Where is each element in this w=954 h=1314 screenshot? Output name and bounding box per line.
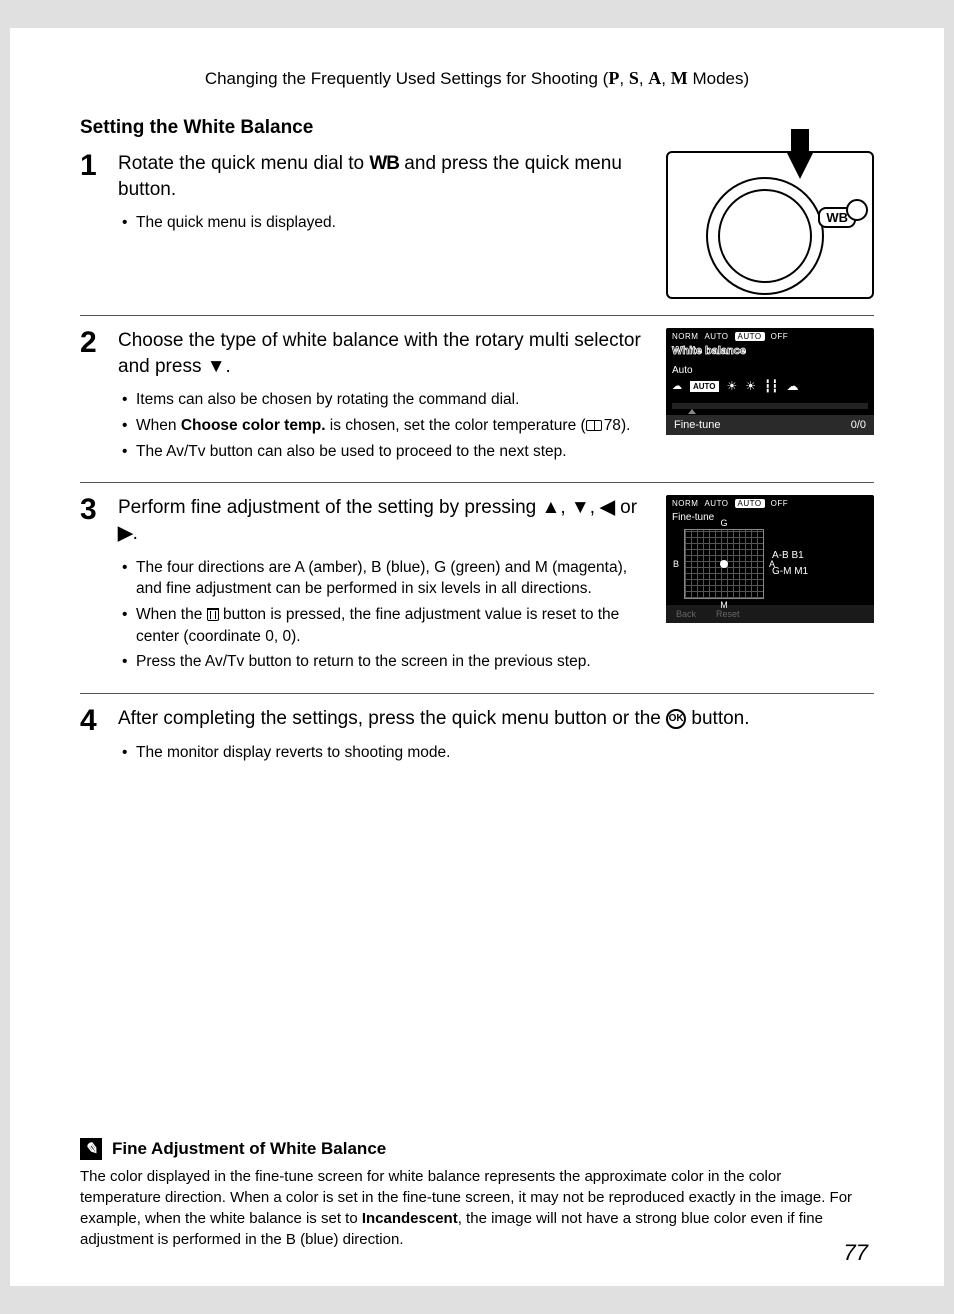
cloud-icon: ☁ [787, 379, 799, 393]
arrow-down-icon [786, 151, 814, 179]
mode-p: P [608, 68, 619, 88]
fluorescent-icon: ┇┇ [764, 379, 778, 393]
note-box: ✎ Fine Adjustment of White Balance The c… [80, 1138, 864, 1250]
lcd-ft-footer: Back Reset [666, 605, 874, 623]
axis-a: A [769, 559, 775, 569]
step-2-bullets: Items can also be chosen by rotating the… [118, 389, 648, 462]
step-4-instruction: After completing the settings, press the… [118, 706, 874, 732]
triangle-down-icon: ▼ [207, 356, 226, 377]
step-3: 3 Perform fine adjustment of the setting… [80, 495, 874, 694]
triangle-down-icon: ▼ [571, 497, 590, 518]
lcd-top-row: NORM AUTO AUTO OFF [672, 499, 868, 508]
mode-a: A [648, 68, 661, 88]
step-number: 1 [80, 151, 102, 181]
axis-b: B [673, 559, 679, 569]
lcd-title: White balance [672, 345, 868, 357]
section-heading: Setting the White Balance [80, 117, 874, 139]
step-number: 3 [80, 495, 102, 525]
lcd-top-row: NORM AUTO AUTO OFF [672, 332, 868, 341]
bullet: The four directions are A (amber), B (bl… [122, 557, 648, 600]
dial-icon [706, 177, 824, 295]
bullet: The monitor display reverts to shooting … [122, 742, 874, 764]
manual-page: Changing the Frequently Used Settings fo… [10, 28, 944, 1286]
bullet: The Av/Tv button can also be used to pro… [122, 441, 648, 463]
bullet: When the button is pressed, the fine adj… [122, 604, 648, 647]
step-2-instruction: Choose the type of white balance with th… [118, 328, 648, 379]
bullet: The quick menu is displayed. [122, 212, 648, 234]
lcd-white-balance: NORM AUTO AUTO OFF White balance Auto ☁ … [666, 328, 874, 435]
wb-glyph: WB [369, 153, 399, 174]
axis-m: M [720, 600, 728, 610]
step-number: 4 [80, 706, 102, 736]
bullet: When Choose color temp. is chosen, set t… [122, 415, 648, 437]
sun-icon: ☀ [745, 379, 756, 393]
lcd-slider [672, 403, 868, 409]
step-1-instruction: Rotate the quick menu dial to WB and pre… [118, 151, 648, 202]
fine-tune-values: A-B B1 G-M M1 [772, 548, 808, 580]
lcd-icon-row: ☁ AUTO ☀ ☀ ┇┇ ☁ [672, 379, 868, 393]
note-body: The color displayed in the fine-tune scr… [80, 1166, 864, 1250]
ok-icon: OK [666, 709, 686, 729]
page-number: 77 [844, 1240, 868, 1266]
page-header: Changing the Frequently Used Settings fo… [80, 68, 874, 89]
trash-icon [207, 608, 219, 621]
bullet: Press the Av/Tv button to return to the … [122, 651, 648, 673]
sun-icon: ☀ [727, 379, 738, 393]
step-number: 2 [80, 328, 102, 358]
step-1: 1 Rotate the quick menu dial to WB and p… [80, 151, 874, 316]
triangle-up-icon: ▲ [542, 497, 561, 518]
step-4: 4 After completing the settings, press t… [80, 706, 874, 783]
bullet: Items can also be chosen by rotating the… [122, 389, 648, 411]
lcd-ft-title: Fine-tune [672, 512, 868, 523]
lcd-auto-label: Auto [672, 365, 868, 376]
mode-s: S [629, 68, 639, 88]
auto-selected: AUTO [690, 381, 719, 392]
mode-m: M [671, 68, 688, 88]
step-2: 2 Choose the type of white balance with … [80, 328, 874, 483]
fine-tune-grid: G M B A [684, 529, 764, 599]
header-suffix: Modes) [688, 69, 749, 88]
triangle-left-icon: ◀ [600, 497, 615, 518]
header-prefix: Changing the Frequently Used Settings fo… [205, 69, 609, 88]
pencil-icon: ✎ [80, 1138, 102, 1160]
lcd-fine-tune: NORM AUTO AUTO OFF Fine-tune G M B A [666, 495, 874, 623]
note-heading: ✎ Fine Adjustment of White Balance [80, 1138, 864, 1160]
lcd-footer: Fine-tune 0/0 [666, 415, 874, 435]
step-3-bullets: The four directions are A (amber), B (bl… [118, 557, 648, 673]
dial-illustration: WB [666, 151, 874, 299]
dial-button-icon [846, 199, 868, 221]
step-4-bullets: The monitor display reverts to shooting … [118, 742, 874, 764]
axis-g: G [720, 518, 727, 528]
book-icon [586, 420, 602, 431]
cloud-icon: ☁ [672, 381, 682, 392]
triangle-right-icon: ▶ [118, 523, 133, 544]
step-3-instruction: Perform fine adjustment of the setting b… [118, 495, 648, 546]
step-1-bullets: The quick menu is displayed. [118, 212, 648, 234]
